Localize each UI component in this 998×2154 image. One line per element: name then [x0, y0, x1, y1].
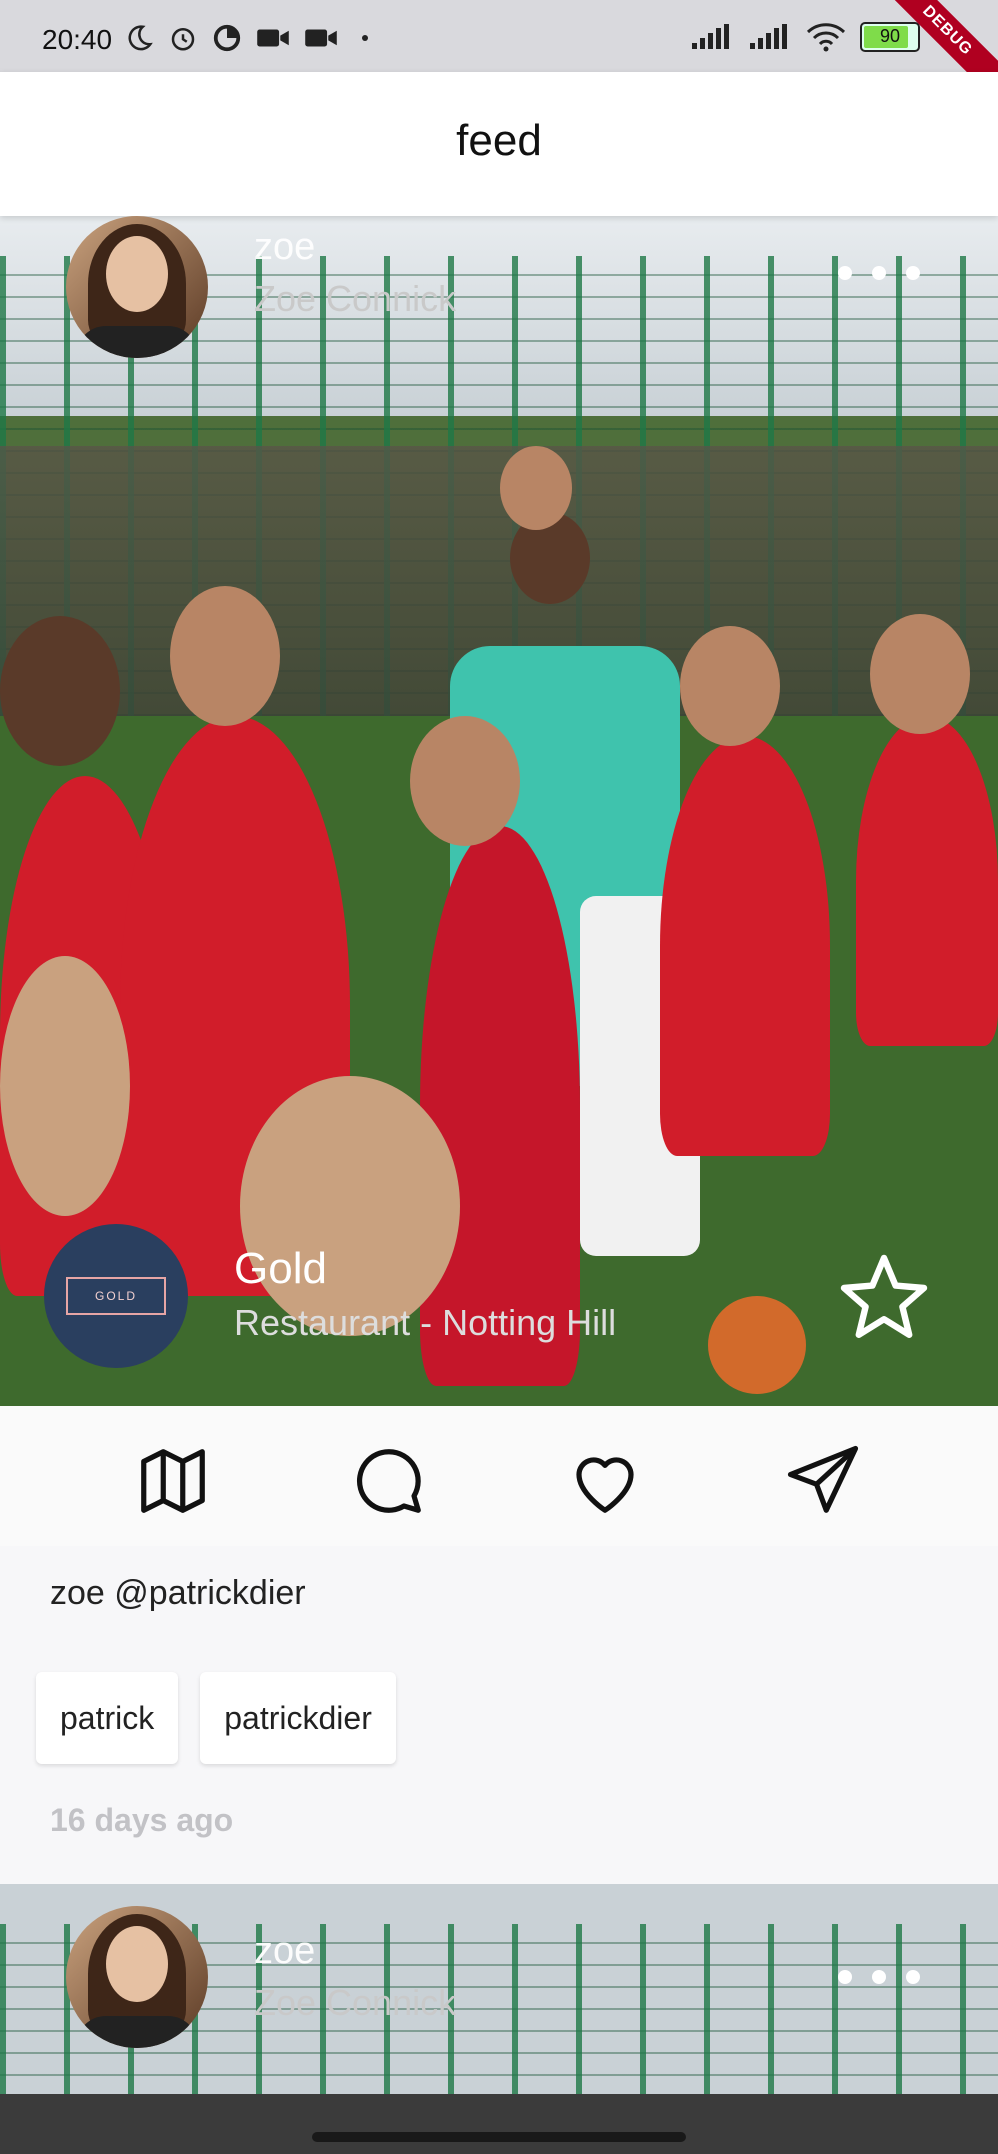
map-icon[interactable] — [134, 1442, 212, 1520]
battery-icon: 90 — [860, 22, 920, 52]
status-icons-right: 90 — [690, 22, 920, 52]
post-image[interactable] — [0, 216, 998, 1406]
avatar[interactable] — [66, 216, 208, 358]
heart-icon[interactable] — [566, 1442, 644, 1520]
dot-icon — [362, 35, 368, 41]
moon-icon — [128, 25, 153, 51]
post-actions — [0, 1406, 998, 1546]
star-icon[interactable] — [836, 1250, 932, 1346]
app-bar: feed — [0, 72, 998, 216]
status-bar: 20:40 90 DEBUG — [0, 0, 998, 109]
status-icons-left — [124, 22, 368, 54]
post-full-name: Zoe Connick — [254, 278, 457, 319]
tag-list: patrick patrickdier — [36, 1672, 396, 1764]
alarm-icon — [171, 28, 195, 51]
venue-name[interactable]: Gold — [234, 1244, 327, 1294]
post-caption: zoe @patrickdier — [50, 1574, 306, 1612]
page-title: feed — [456, 116, 542, 165]
more-options-icon-2[interactable] — [838, 1970, 920, 1984]
signal-icon-2 — [750, 24, 787, 49]
post-timestamp: 16 days ago — [50, 1802, 234, 1838]
status-time: 20:40 — [42, 24, 113, 55]
venue-subtitle: Restaurant - Notting Hill — [234, 1302, 617, 1343]
video-icon-2 — [305, 29, 337, 47]
post-username[interactable]: zoe — [254, 226, 315, 269]
wifi-icon — [806, 23, 846, 52]
avatar-2[interactable] — [66, 1906, 208, 2048]
send-icon[interactable] — [784, 1442, 862, 1520]
system-nav-bar — [0, 2094, 998, 2154]
tag-chip[interactable]: patrick — [36, 1672, 179, 1764]
battery-level: 90 — [879, 26, 901, 46]
tag-chip[interactable]: patrickdier — [200, 1672, 396, 1764]
post-username-2[interactable]: zoe — [254, 1930, 315, 1973]
more-options-icon[interactable] — [838, 266, 920, 280]
home-indicator[interactable] — [312, 2132, 686, 2142]
venue-logo[interactable]: GOLD — [44, 1224, 188, 1368]
photo-ball — [708, 1296, 806, 1394]
post-full-name-2: Zoe Connick — [254, 1982, 457, 2023]
signal-icon — [692, 24, 729, 49]
data-saver-icon — [213, 24, 241, 52]
video-icon — [257, 29, 289, 47]
venue-logo-text: GOLD — [66, 1277, 166, 1315]
comment-icon[interactable] — [350, 1442, 428, 1520]
